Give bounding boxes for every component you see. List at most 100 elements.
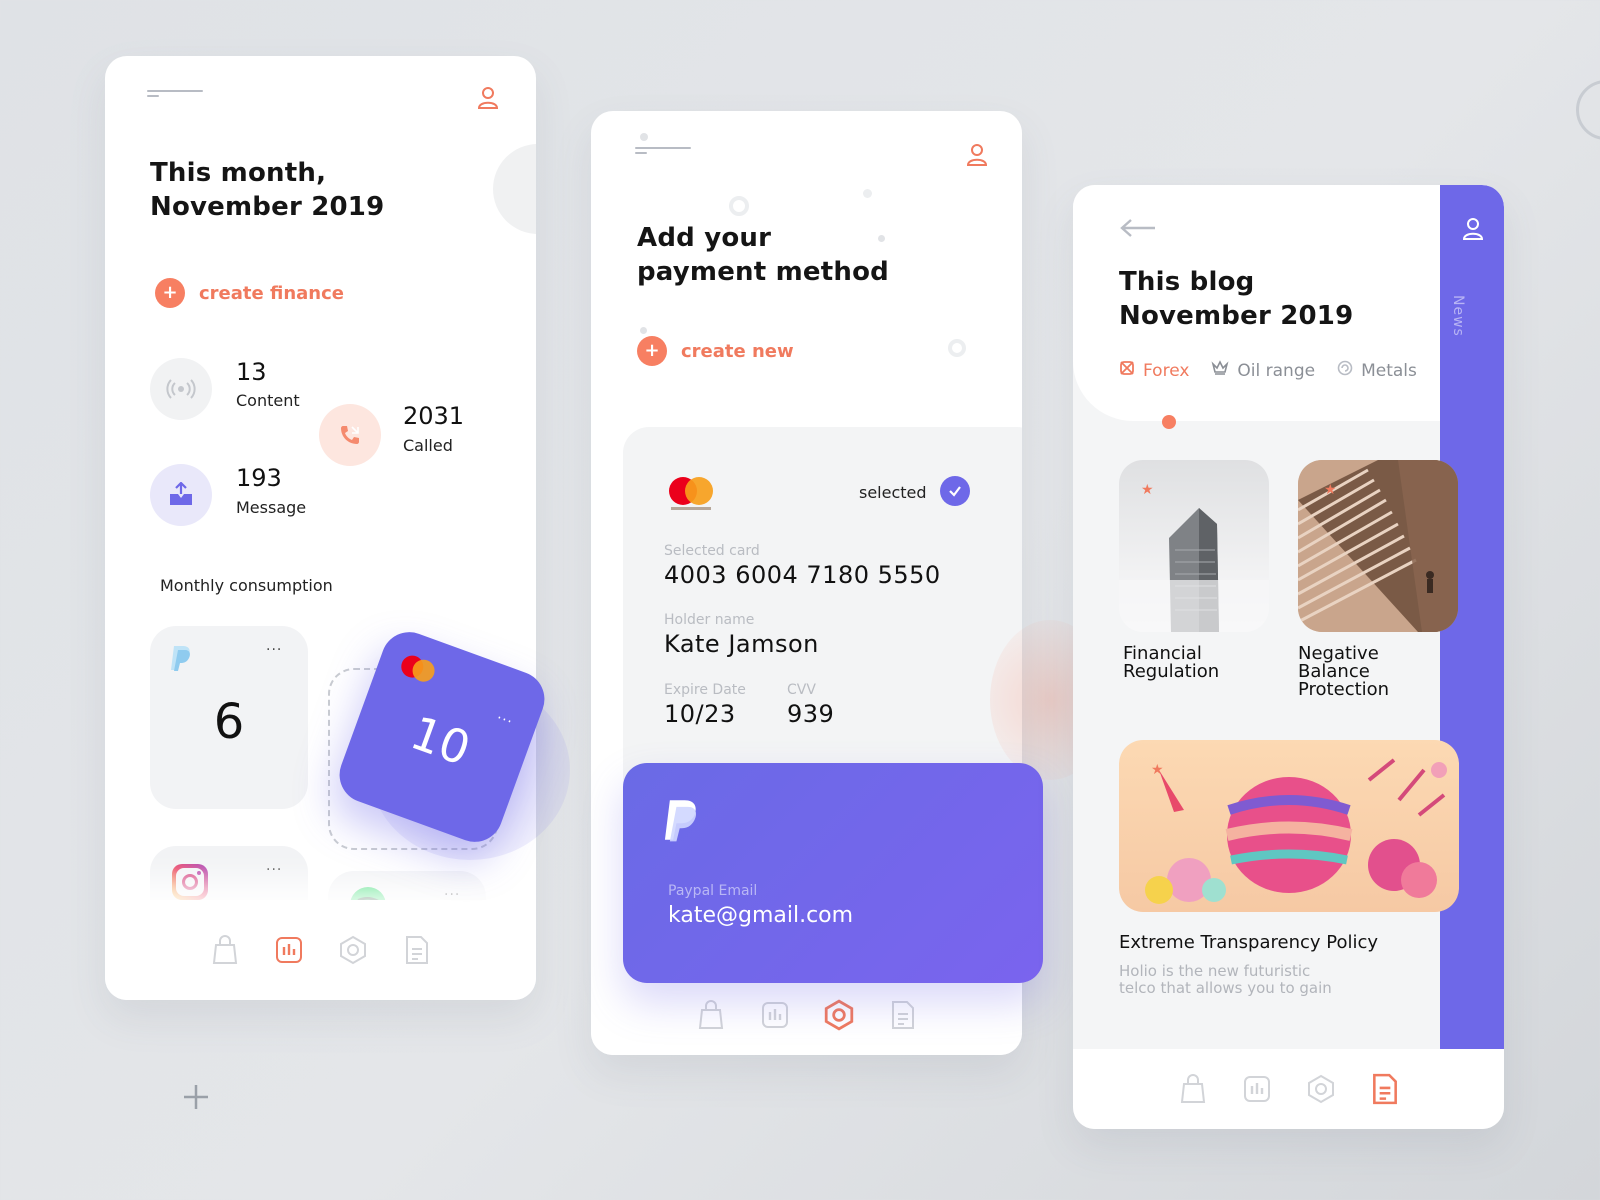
deco-circle xyxy=(493,144,536,234)
tab-label: Oil range xyxy=(1237,360,1316,381)
title-line-2: November 2019 xyxy=(1119,301,1354,331)
star-icon: ★ xyxy=(1151,762,1164,778)
card-number: 4003 6004 7180 5550 xyxy=(664,561,941,589)
paypal-card[interactable]: Paypal Email kate@gmail.com xyxy=(623,763,1043,983)
bottom-nav xyxy=(105,900,536,1000)
chart-icon[interactable] xyxy=(1240,1072,1274,1106)
forex-icon xyxy=(1119,360,1135,381)
desc-line: Holio is the new futuristic xyxy=(1119,962,1311,980)
called-count: 2031 xyxy=(403,402,465,430)
cvv-label: CVV xyxy=(787,682,816,698)
menu-icon[interactable] xyxy=(147,90,203,100)
title-line-1: This month, xyxy=(150,158,327,188)
expire-date: 10/23 xyxy=(664,700,736,728)
cvv-value: 939 xyxy=(787,700,835,728)
create-finance-label: create finance xyxy=(199,282,344,304)
mastercard-tile-value: 10 xyxy=(403,705,478,777)
bag-icon[interactable] xyxy=(1176,1072,1210,1106)
more-icon[interactable]: ... xyxy=(266,858,282,874)
document-icon[interactable] xyxy=(400,933,434,967)
more-icon[interactable]: ... xyxy=(496,706,517,727)
title-line-1: Add your xyxy=(637,223,772,253)
content-label: Content xyxy=(236,391,300,410)
tab-forex[interactable]: Forex xyxy=(1119,360,1189,381)
bag-icon[interactable] xyxy=(694,998,728,1032)
title-line-2: payment method xyxy=(637,257,889,287)
holder-name-label: Holder name xyxy=(664,612,755,628)
message-label: Message xyxy=(236,498,307,517)
user-icon[interactable] xyxy=(477,86,499,110)
add-screen-icon[interactable] xyxy=(182,1083,210,1111)
caption-line: Protection xyxy=(1298,679,1390,700)
paypal-email-label: Paypal Email xyxy=(668,883,758,899)
paypal-tile-value: 6 xyxy=(213,694,245,750)
paypal-icon xyxy=(663,797,703,847)
hexagon-icon[interactable] xyxy=(1304,1072,1338,1106)
bag-icon[interactable] xyxy=(208,933,242,967)
deco-dot xyxy=(640,133,648,141)
post-title-negative[interactable]: Negative Balance Protection xyxy=(1298,645,1389,699)
bottom-nav xyxy=(1073,1049,1504,1129)
side-label-news[interactable]: News xyxy=(1450,295,1466,337)
mastercard-logo xyxy=(669,477,713,515)
check-icon xyxy=(940,476,970,506)
user-icon[interactable] xyxy=(1462,217,1484,245)
tab-label: Metals xyxy=(1361,360,1417,381)
content-count: 13 xyxy=(236,358,267,386)
plus-icon: + xyxy=(637,336,667,366)
featured-post-desc: Holio is the new futuristic telco that a… xyxy=(1119,963,1332,997)
hexagon-icon[interactable] xyxy=(336,933,370,967)
deco-ring xyxy=(1576,80,1600,140)
called-label: Called xyxy=(403,436,453,455)
page-title: This month, November 2019 xyxy=(150,156,384,224)
more-icon[interactable]: ... xyxy=(444,883,460,899)
phone-icon xyxy=(319,404,381,466)
category-tabs: Forex Oil range Metals xyxy=(1119,360,1417,381)
message-count: 193 xyxy=(236,464,282,492)
expire-date-label: Expire Date xyxy=(664,682,746,698)
instagram-icon xyxy=(172,864,208,900)
tab-oil-range[interactable]: Oil range xyxy=(1211,360,1315,381)
document-icon[interactable] xyxy=(1368,1072,1402,1106)
post-title-financial[interactable]: Financial Regulation xyxy=(1123,645,1219,681)
deco-ring xyxy=(948,339,966,357)
desc-line: telco that allows you to gain xyxy=(1119,979,1332,997)
create-new-button[interactable]: + create new xyxy=(637,336,794,366)
featured-post-image[interactable]: ★ xyxy=(1119,740,1459,912)
blog-screen: News This blog November 2019 Forex Oil r… xyxy=(1073,185,1504,1129)
page-title: Add your payment method xyxy=(637,221,889,289)
negative-balance-image[interactable]: ★ xyxy=(1298,460,1458,632)
hexagon-icon[interactable] xyxy=(822,998,856,1032)
user-icon[interactable] xyxy=(966,143,988,167)
paypal-icon xyxy=(170,644,194,676)
paypal-tile[interactable]: ... 6 xyxy=(150,626,308,809)
featured-post-title[interactable]: Extreme Transparency Policy xyxy=(1119,932,1378,953)
more-icon[interactable]: ... xyxy=(266,638,282,654)
crown-icon xyxy=(1211,360,1229,381)
deco-ring xyxy=(729,196,749,216)
spiral-icon xyxy=(1337,360,1353,381)
section-title: Monthly consumption xyxy=(160,576,333,595)
star-icon: ★ xyxy=(1324,482,1337,498)
create-new-label: create new xyxy=(681,340,794,362)
paypal-email: kate@gmail.com xyxy=(668,903,854,928)
deco-dot xyxy=(863,189,872,198)
chart-icon[interactable] xyxy=(272,933,306,967)
holder-name: Kate Jamson xyxy=(664,630,819,658)
create-finance-button[interactable]: + create finance xyxy=(155,278,344,308)
active-tab-indicator xyxy=(1162,415,1176,429)
document-icon[interactable] xyxy=(886,998,920,1032)
mastercard-icon xyxy=(398,652,438,685)
title-line-2: November 2019 xyxy=(150,192,385,222)
title-line-1: This blog xyxy=(1119,267,1255,297)
tab-metals[interactable]: Metals xyxy=(1337,360,1417,381)
broadcast-icon xyxy=(150,358,212,420)
page-title: This blog November 2019 xyxy=(1119,265,1353,333)
back-arrow-icon[interactable] xyxy=(1119,217,1157,243)
financial-regulation-image[interactable]: ★ xyxy=(1119,460,1269,632)
caption-line: Regulation xyxy=(1123,661,1220,682)
mail-icon xyxy=(150,464,212,526)
chart-icon[interactable] xyxy=(758,998,792,1032)
star-icon: ★ xyxy=(1141,482,1154,498)
menu-icon[interactable] xyxy=(635,147,691,157)
